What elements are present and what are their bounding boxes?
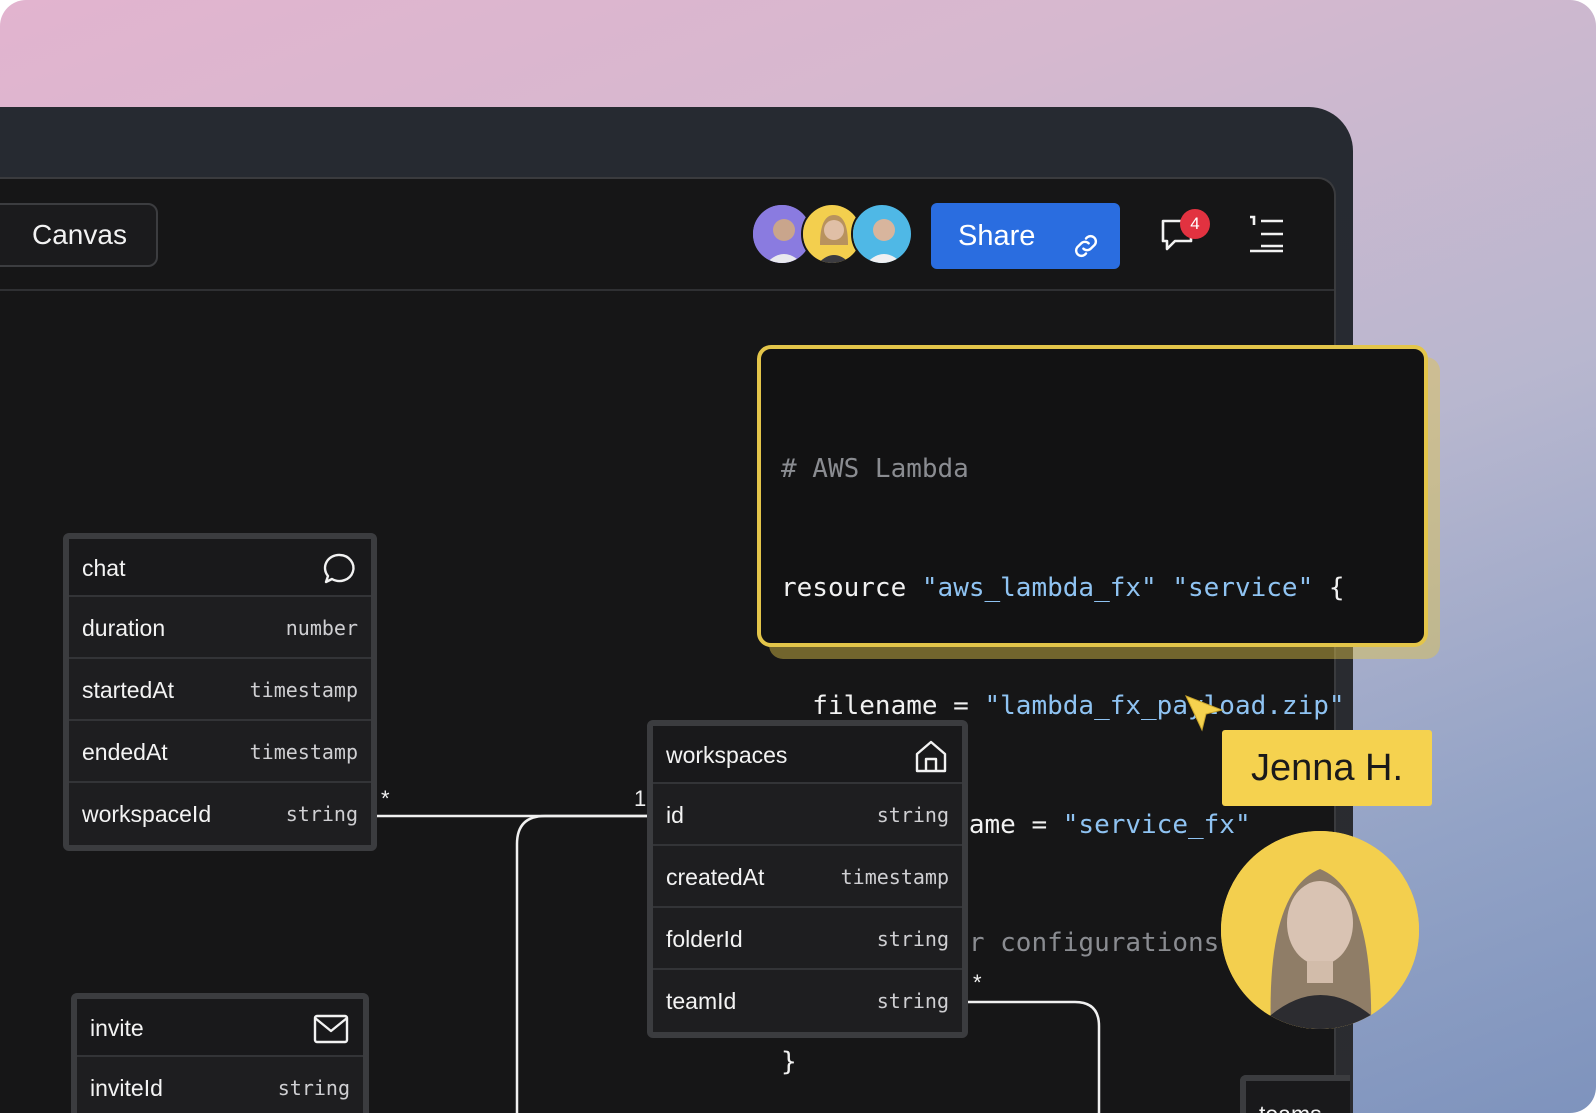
code-line: # AWS Lambda [781,454,969,484]
table-header: teams [1246,1081,1350,1113]
table-row[interactable]: startedAt timestamp [69,659,371,721]
table-header: chat [69,539,371,597]
code-block[interactable]: # AWS Lambda resource "aws_lambda_fx" "s… [757,345,1428,1077]
field-type: timestamp [840,865,949,889]
code-string: "lambda_fx_payload.zip" [984,691,1345,721]
table-header: workspaces [653,726,962,784]
table-title: workspaces [666,742,788,768]
collaborator-cursor-icon [1184,694,1224,739]
table-title: invite [90,1015,144,1041]
table-title: chat [82,555,126,581]
table-header: invite [77,999,363,1057]
field-type: string [876,927,949,951]
field-name: endedAt [82,739,168,765]
relation-many-label: * [381,786,390,811]
table-workspaces[interactable]: workspaces id string createdAt timestamp f… [647,720,968,1038]
field-type: timestamp [249,740,358,764]
table-row[interactable]: folderId string [653,908,962,970]
field-name: teamId [666,988,737,1014]
field-name: createdAt [666,864,765,890]
field-type: string [277,1076,350,1100]
collaborator-name-tag: Jenna H. [1222,730,1432,806]
code-string: "aws_lambda_fx" [921,572,1157,603]
field-name: workspaceId [82,801,212,827]
table-row[interactable]: createdAt timestamp [653,846,962,908]
field-type: number [285,616,358,640]
code-line: resource "aws_lambda_fx" "service" { [781,572,1345,603]
table-title: teams [1259,1101,1322,1113]
table-row[interactable]: duration number [69,597,371,659]
table-row[interactable]: endedAt timestamp [69,721,371,783]
field-type: timestamp [249,678,358,702]
field-name: startedAt [82,677,175,703]
table-row[interactable]: workspaceId string [69,783,371,845]
field-type: string [876,803,949,827]
field-name: folderId [666,926,743,952]
table-teams[interactable]: teams [1240,1075,1350,1113]
table-row[interactable]: teamId string [653,970,962,1032]
field-name: id [666,802,684,828]
code-string: "service" [1172,572,1314,603]
table-row[interactable]: id string [653,784,962,846]
field-type: string [876,989,949,1013]
field-type: string [285,802,358,826]
field-name: duration [82,615,166,641]
table-invite[interactable]: invite inviteId string [71,993,369,1113]
field-name: inviteId [90,1075,163,1101]
table-chat[interactable]: chat duration number startedAt timestamp e… [63,533,377,851]
collaborator-avatar [1221,831,1419,1029]
code-string: "service_fx" [1062,809,1251,840]
table-row[interactable]: inviteId string [77,1057,363,1113]
